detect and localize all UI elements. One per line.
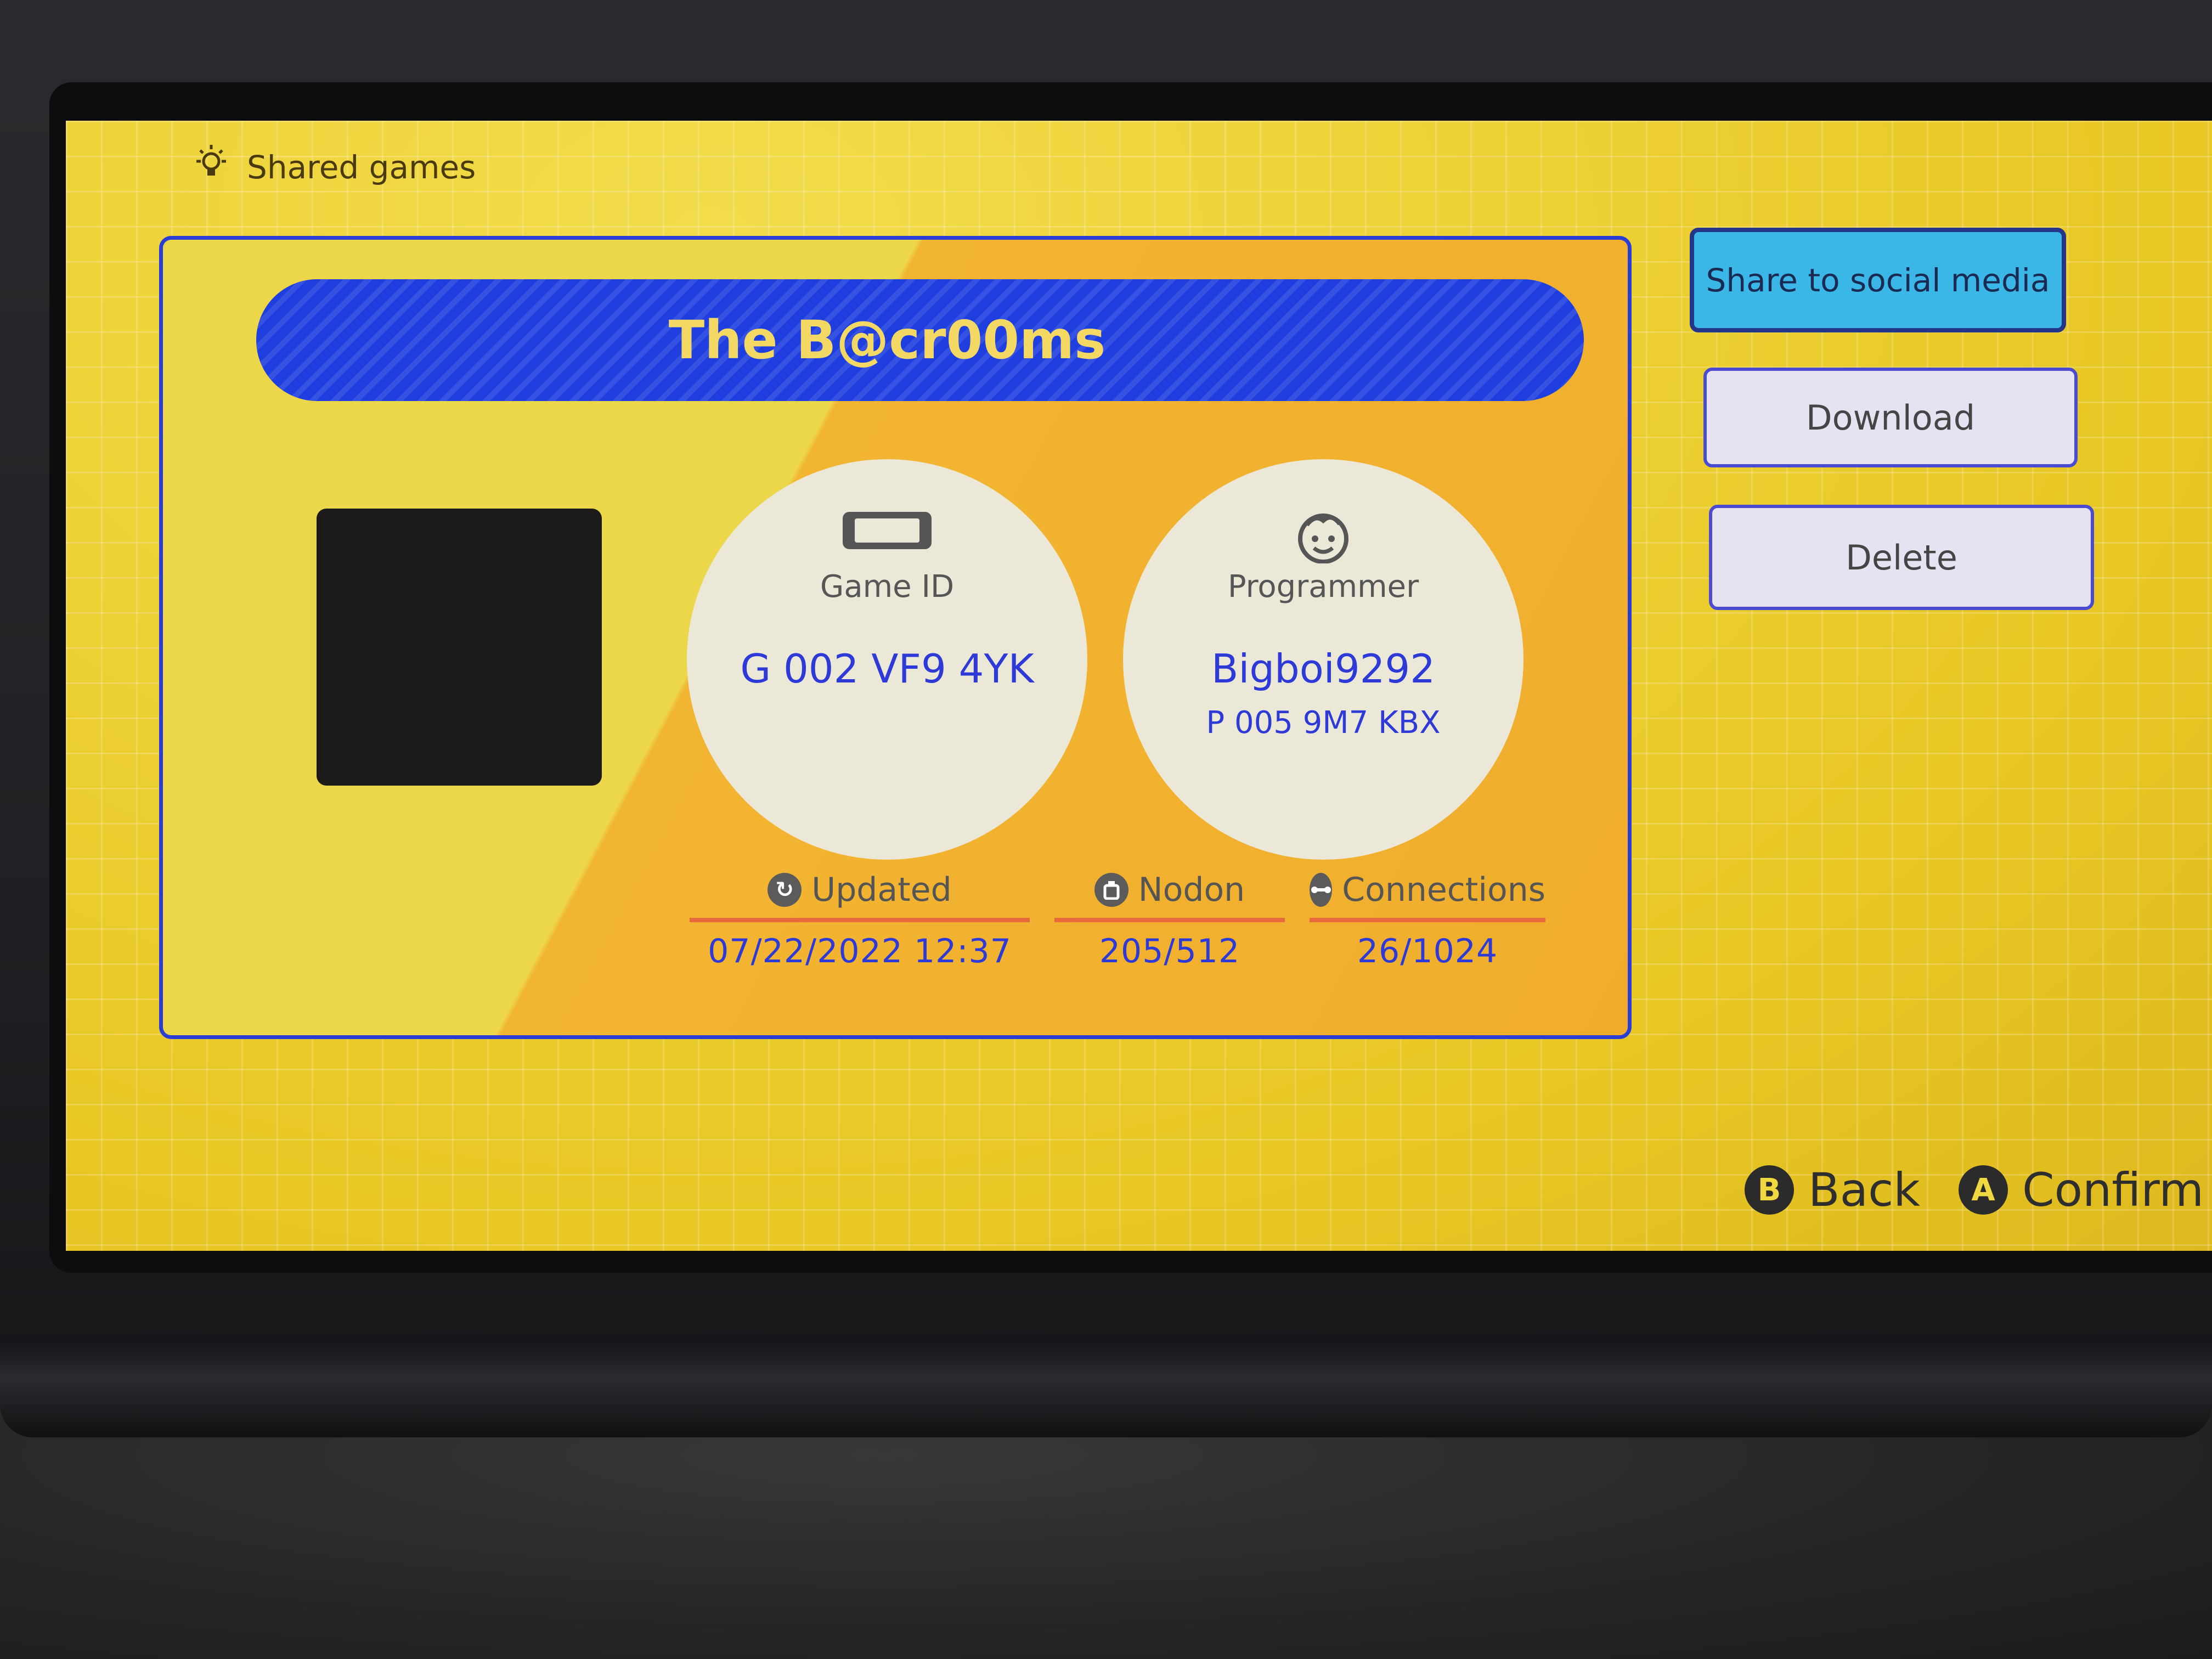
- nodon-label: Nodon: [1138, 871, 1245, 909]
- game-thumbnail: [317, 509, 602, 786]
- game-info-card: The B@cr00ms Game ID G 002 VF9 4YK Progr…: [159, 236, 1632, 1039]
- share-to-social-media-button[interactable]: Share to social media: [1690, 228, 2066, 332]
- page-header: Shared games: [192, 137, 476, 198]
- programmer-name: Bigboi9292: [1211, 646, 1436, 692]
- lightbulb-icon: [192, 142, 230, 193]
- game-title: The B@cr00ms: [668, 309, 1106, 371]
- updated-value: 07/22/2022 12:37: [708, 932, 1012, 970]
- a-button-icon: A: [1959, 1165, 2008, 1215]
- download-button[interactable]: Download: [1703, 368, 2078, 467]
- stat-nodon: Nodon 205/512: [1054, 871, 1285, 970]
- connection-icon: [1310, 873, 1333, 907]
- game-id-value: G 002 VF9 4YK: [740, 646, 1034, 692]
- confirm-label: Confirm: [2022, 1163, 2204, 1217]
- console-edge: [0, 1339, 2212, 1437]
- updated-label: Updated: [811, 871, 952, 909]
- refresh-icon: ↻: [768, 873, 802, 907]
- programmer-circle: Programmer Bigboi9292 P 005 9M7 KBX: [1123, 459, 1523, 860]
- back-hint[interactable]: B Back: [1745, 1163, 1920, 1217]
- b-button-icon: B: [1745, 1165, 1794, 1215]
- stat-connections: Connections 26/1024: [1310, 871, 1545, 970]
- confirm-hint[interactable]: A Confirm: [1959, 1163, 2204, 1217]
- console-icon: [687, 509, 1087, 552]
- page-title: Shared games: [247, 149, 476, 186]
- nodon-icon: [1094, 873, 1128, 907]
- game-id-circle: Game ID G 002 VF9 4YK: [687, 459, 1087, 860]
- stat-updated: ↻ Updated 07/22/2022 12:37: [690, 871, 1030, 970]
- back-label: Back: [1808, 1163, 1920, 1217]
- game-screen: Shared games The B@cr00ms Game ID G 002 …: [66, 121, 2212, 1251]
- desk-surface: [0, 1404, 2212, 1659]
- delete-button[interactable]: Delete: [1709, 505, 2094, 610]
- game-title-bar: The B@cr00ms: [256, 279, 1584, 401]
- nodon-value: 205/512: [1099, 932, 1240, 970]
- connections-label: Connections: [1342, 871, 1545, 909]
- programmer-id: P 005 9M7 KBX: [1206, 705, 1441, 741]
- programmer-face-icon: [1123, 509, 1523, 563]
- game-id-label: Game ID: [820, 569, 955, 605]
- programmer-label: Programmer: [1227, 569, 1419, 605]
- connections-value: 26/1024: [1357, 932, 1498, 970]
